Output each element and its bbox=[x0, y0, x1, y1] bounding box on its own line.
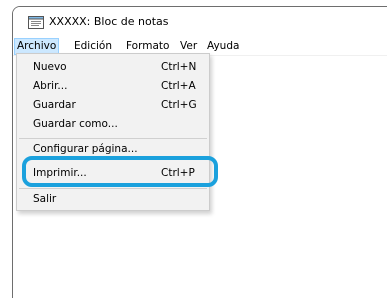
menu-item-configurar-pagina[interactable]: Configurar página... bbox=[17, 140, 209, 154]
screenshot-stage: XXXXX: Bloc de notas Archivo Edición For… bbox=[0, 0, 387, 298]
menu-item-shortcut: Ctrl+A bbox=[161, 80, 196, 92]
window-title: XXXXX: Bloc de notas bbox=[49, 15, 169, 28]
menu-item-label: Salir bbox=[33, 193, 57, 205]
menu-item-shortcut: Ctrl+N bbox=[161, 61, 197, 73]
highlight-ring bbox=[22, 156, 218, 187]
menu-item-guardar-como[interactable]: Guardar como... bbox=[17, 115, 209, 133]
menu-item-label: Guardar bbox=[33, 99, 76, 111]
menu-item-label: Guardar como... bbox=[33, 118, 118, 130]
menu-item-salir[interactable]: Salir bbox=[17, 190, 209, 208]
file-menu-dropdown: Nuevo Ctrl+N Abrir... Ctrl+A Guardar Ctr… bbox=[16, 53, 210, 211]
menu-ayuda[interactable]: Ayuda bbox=[207, 38, 239, 55]
menu-separator bbox=[19, 138, 207, 139]
menu-item-abrir[interactable]: Abrir... Ctrl+A bbox=[17, 77, 209, 95]
menu-item-label: Abrir... bbox=[33, 80, 68, 92]
notepad-icon bbox=[28, 16, 44, 29]
menu-item-nuevo[interactable]: Nuevo Ctrl+N bbox=[17, 58, 209, 76]
menu-item-label: Configurar página... bbox=[33, 143, 138, 154]
menu-item-label: Nuevo bbox=[33, 61, 67, 73]
menu-item-shortcut: Ctrl+G bbox=[161, 99, 197, 111]
menu-separator bbox=[19, 188, 207, 189]
menu-item-guardar[interactable]: Guardar Ctrl+G bbox=[17, 96, 209, 114]
title-bar[interactable]: XXXXX: Bloc de notas bbox=[13, 7, 387, 37]
